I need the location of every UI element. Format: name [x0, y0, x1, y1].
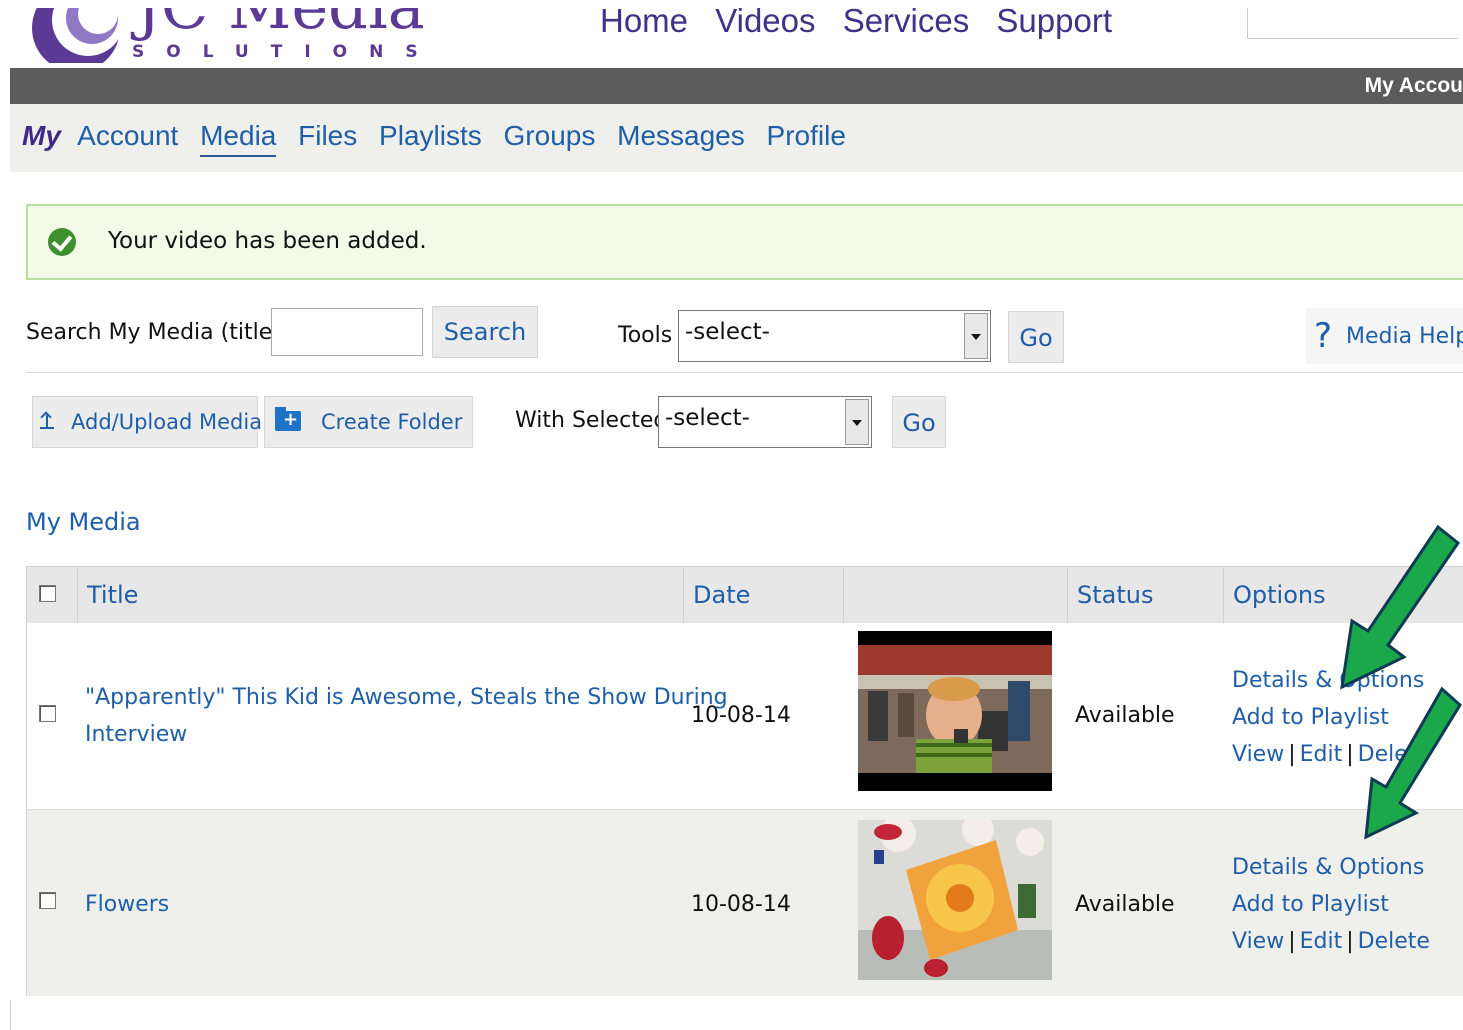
video-thumbnail[interactable] [858, 820, 1052, 980]
check-circle-icon [48, 228, 76, 256]
table-row: Flowers 10-08-14 Available Details & Opt [27, 809, 1463, 996]
nav-services[interactable]: Services [843, 2, 970, 39]
subnav-profile[interactable]: Profile [767, 120, 846, 151]
separator: | [1288, 742, 1296, 767]
site-logo[interactable]: JC Media SOLUTIONS [26, 8, 426, 63]
search-input[interactable] [271, 308, 423, 356]
upload-icon [40, 413, 54, 429]
logo-swirl-icon [32, 8, 124, 63]
my-account-link[interactable]: My Accou [1365, 74, 1463, 98]
media-title-link[interactable]: "Apparently" This Kid is Awesome, Steals… [85, 685, 728, 710]
subnav-my-label: My [22, 120, 61, 151]
subnav-account[interactable]: Account [77, 120, 178, 151]
add-upload-label: Add/Upload Media [71, 410, 263, 434]
delete-link[interactable]: Delete [1358, 929, 1430, 954]
subnav-groups[interactable]: Groups [504, 120, 596, 151]
select-all-checkbox[interactable] [39, 585, 56, 602]
account-bar: My Accou [10, 68, 1463, 104]
column-status[interactable]: Status [1077, 581, 1153, 609]
separator: | [1288, 929, 1296, 954]
with-selected-value: -select- [665, 405, 750, 431]
with-selected-label: With Selected [515, 408, 668, 433]
column-date[interactable]: Date [693, 581, 750, 609]
tools-label: Tools [618, 323, 673, 348]
column-divider [1067, 567, 1068, 623]
add-to-playlist-link[interactable]: Add to Playlist [1232, 892, 1389, 917]
view-link[interactable]: View [1232, 929, 1284, 954]
folder-plus-icon [275, 407, 301, 431]
column-title[interactable]: Title [87, 581, 138, 609]
create-folder-label: Create Folder [321, 410, 463, 434]
edit-link[interactable]: Edit [1300, 742, 1343, 767]
row-checkbox[interactable] [39, 705, 56, 722]
with-selected-go-button[interactable]: Go [892, 396, 946, 448]
left-edge-line [10, 1000, 11, 1030]
alert-message: Your video has been added. [108, 228, 427, 254]
nav-videos[interactable]: Videos [715, 2, 815, 39]
subnav-media[interactable]: Media [200, 120, 277, 157]
media-help-label: Media Help/ [1346, 324, 1463, 349]
logo-text: JC Media [136, 8, 425, 43]
separator: | [1346, 929, 1354, 954]
table-row: "Apparently" This Kid is Awesome, Steals… [27, 623, 1463, 809]
tools-select[interactable]: -select- [678, 310, 991, 362]
search-button[interactable]: Search [432, 306, 538, 358]
subnav-files[interactable]: Files [298, 120, 357, 151]
add-upload-media-button[interactable]: Add/Upload Media [32, 396, 262, 448]
green-arrow-icon [1364, 686, 1462, 840]
success-alert: Your video has been added. [26, 204, 1463, 280]
video-thumbnail[interactable] [858, 631, 1052, 791]
media-title-link[interactable]: Flowers [85, 892, 169, 917]
media-status: Available [1075, 703, 1175, 728]
media-table: Title Date Status Options "Apparently" T… [26, 566, 1463, 996]
logo-subtitle: SOLUTIONS [132, 42, 426, 62]
subnav-messages[interactable]: Messages [617, 120, 745, 151]
column-divider [1223, 567, 1224, 623]
chevron-down-icon [845, 399, 869, 445]
media-date: 10-08-14 [691, 892, 791, 917]
kid-video-thumbnail-image [858, 631, 1052, 791]
column-options: Options [1233, 581, 1326, 609]
create-folder-button[interactable]: Create Folder [264, 396, 473, 448]
question-mark-icon: ? [1314, 316, 1333, 356]
top-nav: Home Videos Services Support [600, 2, 1130, 40]
media-title-link-line2[interactable]: Interview [85, 722, 187, 747]
subnav-playlists[interactable]: Playlists [379, 120, 482, 151]
my-media-heading: My Media [26, 508, 141, 536]
media-status: Available [1075, 892, 1175, 917]
row-checkbox[interactable] [39, 892, 56, 909]
edit-link[interactable]: Edit [1300, 929, 1343, 954]
column-divider [683, 567, 684, 623]
flowers-video-thumbnail-image [858, 820, 1052, 980]
table-header: Title Date Status Options [27, 567, 1463, 623]
chevron-down-icon [964, 313, 988, 359]
tools-select-value: -select- [685, 319, 770, 345]
view-link[interactable]: View [1232, 742, 1284, 767]
details-options-link[interactable]: Details & Options [1232, 855, 1424, 880]
search-label: Search My Media (title): [26, 320, 289, 345]
media-date: 10-08-14 [691, 703, 791, 728]
toolbar-divider [26, 372, 1463, 373]
account-subnav: My Account Media Files Playlists Groups … [10, 104, 1463, 172]
column-divider [77, 567, 78, 623]
header-search-box[interactable] [1247, 8, 1458, 39]
with-selected-select[interactable]: -select- [658, 396, 872, 448]
media-options: Details & Options Add to Playlist View | E… [1232, 849, 1430, 960]
separator: | [1346, 742, 1354, 767]
nav-home[interactable]: Home [600, 2, 688, 39]
media-help-button[interactable]: ? Media Help/ [1306, 308, 1463, 364]
nav-support[interactable]: Support [996, 2, 1112, 39]
column-divider [843, 567, 844, 623]
tools-go-button[interactable]: Go [1008, 311, 1064, 363]
